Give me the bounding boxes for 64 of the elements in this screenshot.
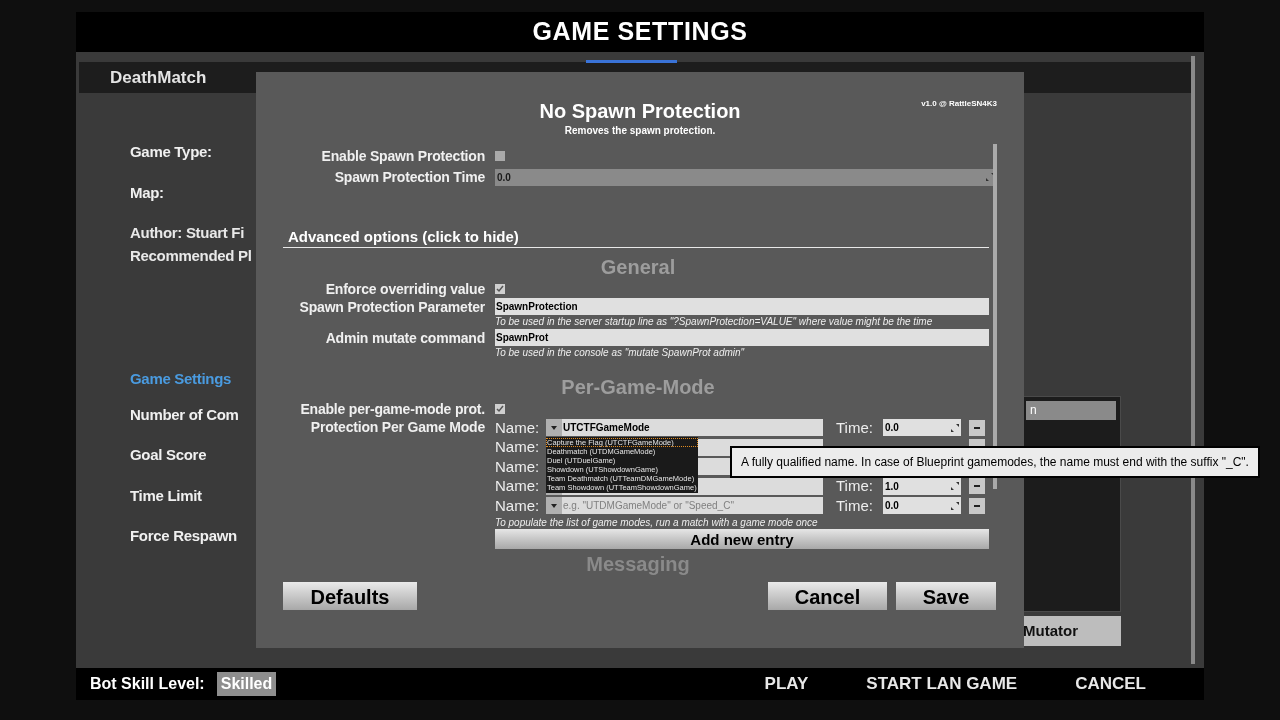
cancel-button[interactable]: Cancel (768, 582, 887, 610)
setting-label: Goal Score (130, 445, 208, 465)
save-button[interactable]: Save (896, 582, 996, 610)
field-label: Protection Per Game Mode (309, 418, 485, 436)
section-heading: General (599, 255, 677, 280)
advanced-toggle[interactable]: Advanced options (click to hide) (283, 228, 989, 248)
tab-title: DeathMatch (110, 66, 207, 89)
field-label: Spawn Protection Parameter (298, 298, 485, 316)
name-label: Name: (495, 437, 541, 457)
field-label: Enable per-game-mode prot. (299, 400, 485, 418)
remove-button[interactable] (969, 478, 985, 495)
checkbox[interactable] (495, 151, 505, 161)
setting-label: Recommended Pl (130, 245, 253, 266)
remove-button[interactable] (969, 497, 985, 514)
name-combo-field[interactable]: UTCTFGameMode (546, 419, 823, 437)
mutator-button[interactable]: Mutator (1021, 616, 1121, 646)
time-field[interactable]: 0.0 (883, 419, 961, 437)
checkmark-icon (496, 405, 504, 413)
minus-icon (974, 426, 980, 429)
version-label: v1.0 @ RattleSN4K3 (921, 98, 997, 110)
setting-label: Force Respawn (130, 526, 238, 546)
resize-arrows-icon (951, 501, 959, 510)
name-label: Name: (495, 417, 541, 438)
resize-arrows-icon (951, 423, 959, 432)
time-label: Time: (836, 417, 874, 438)
field-label: Enable Spawn Protection (320, 147, 485, 165)
hint-text: To be used in the console as "mutate SpawnProt admin" (495, 346, 746, 360)
section-heading: Game Settings (130, 369, 233, 389)
window-title: GAME SETTINGS (532, 16, 748, 48)
dialog-subtitle: Removes the spawn protection. (564, 124, 716, 138)
field-label: Spawn Protection Time (333, 168, 485, 186)
tooltip: A fully qualified name. In case of Blueprint gamemodes, the name must end with the suffix "_C". (730, 446, 1260, 478)
field-label: Enforce overriding value (324, 280, 485, 298)
bot-skill-label: Bot Skill Level: (90, 674, 205, 694)
setting-label: Number of Com (130, 404, 240, 425)
name-label: Name: (495, 495, 541, 516)
name-label: Name: (495, 456, 541, 477)
add-entry-button[interactable]: Add new entry (495, 528, 989, 549)
time-field[interactable]: 0.0 (883, 497, 961, 515)
name-label: Name: (495, 476, 541, 496)
menu-button[interactable]: PLAY (764, 671, 809, 697)
field-label: Admin mutate command (324, 329, 485, 347)
time-label: Time: (836, 476, 874, 496)
checkmark-icon (496, 285, 504, 293)
dialog-title: No Spawn Protection (539, 99, 741, 123)
remove-button[interactable] (969, 419, 985, 436)
setting-label: Time Limit (130, 485, 203, 506)
hint-text: To be used in the server startup line as "?SpawnProtection=VALUE" where value might be the time (495, 315, 934, 329)
section-heading: Per-Game-Mode (560, 375, 716, 400)
minus-icon (974, 485, 980, 488)
setting-label: Author: Stuart Fi (130, 223, 246, 243)
text-field[interactable]: SpawnProt (495, 329, 989, 346)
menu-button[interactable]: START LAN GAME (866, 671, 1018, 697)
text-field[interactable]: SpawnProtection (495, 298, 989, 315)
minus-icon (974, 504, 980, 507)
checkbox[interactable] (495, 404, 505, 414)
checkbox[interactable] (495, 284, 505, 294)
time-label: Time: (836, 495, 874, 516)
menu-button[interactable]: CANCEL (1075, 671, 1146, 697)
resize-arrows-icon (951, 482, 959, 491)
hint-text: To populate the list of game modes, run a match with a game mode once (495, 515, 819, 529)
setting-label: Game Type: (130, 142, 213, 162)
setting-label: Map: (130, 182, 165, 203)
defaults-button[interactable]: Defaults (283, 582, 417, 610)
